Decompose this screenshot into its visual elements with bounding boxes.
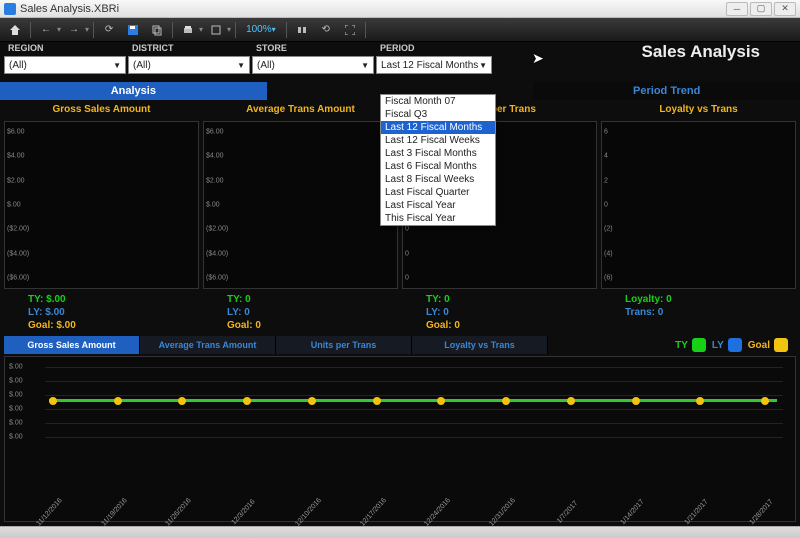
copy-icon[interactable] [146, 20, 168, 40]
timeline-x-label: 12/17/2016 [359, 497, 388, 528]
timeline-point [243, 397, 251, 405]
legend-ly: LY [712, 338, 742, 352]
timeline-point [761, 397, 769, 405]
legend: TY LY Goal [675, 338, 796, 352]
back-icon[interactable]: ← [35, 20, 57, 40]
period-label: PERIOD [376, 42, 494, 56]
period-option[interactable]: This Fiscal Year [381, 212, 495, 225]
tab-analysis[interactable]: Analysis [0, 82, 267, 100]
window-title: Sales Analysis.XBRi [20, 3, 726, 15]
card-avg-trans: Average Trans Amount $6.00$4.00$2.00$.00… [203, 102, 398, 334]
legend-goal: Goal [748, 338, 788, 352]
period-dropdown-menu[interactable]: Fiscal Month 07Fiscal Q3Last 12 Fiscal M… [380, 94, 496, 226]
card-loyalty-trans: Loyalty vs Trans 6420(2)(4)(6) Loyalty: … [601, 102, 796, 334]
print-icon[interactable] [177, 20, 199, 40]
card-title: Average Trans Amount [203, 102, 398, 121]
region-dropdown[interactable]: (All)▼ [4, 56, 126, 74]
timeline-x-label: 11/19/2016 [100, 497, 128, 527]
btab-gross-sales[interactable]: Gross Sales Amount [4, 336, 140, 354]
timeline-x-label: 12/31/2016 [488, 497, 517, 528]
card-title: Gross Sales Amount [4, 102, 199, 121]
store-label: STORE [252, 42, 376, 56]
timeline-point [437, 397, 445, 405]
timeline-x-label: 11/12/2016 [35, 497, 63, 527]
legend-ty: TY [675, 338, 706, 352]
timeline-point [178, 397, 186, 405]
page-setup-icon[interactable] [205, 20, 227, 40]
params-icon[interactable] [291, 20, 313, 40]
period-option[interactable]: Last 6 Fiscal Months [381, 160, 495, 173]
period-option[interactable]: Last 3 Fiscal Months [381, 147, 495, 160]
timeline-point [502, 397, 510, 405]
timeline-x-label: 1/14/2017 [619, 498, 645, 526]
region-label: REGION [4, 42, 128, 56]
tab-period-trend[interactable]: Period Trend [533, 82, 800, 100]
home-icon[interactable] [4, 20, 26, 40]
district-label: DISTRICT [128, 42, 252, 56]
timeline-x-label: 1/28/2017 [749, 498, 775, 526]
timeline-point [373, 397, 381, 405]
period-dropdown[interactable]: Last 12 Fiscal Months▼ [376, 56, 492, 74]
period-option[interactable]: Last 12 Fiscal Weeks [381, 134, 495, 147]
minimize-button[interactable]: ─ [726, 2, 748, 16]
period-option[interactable]: Last 12 Fiscal Months [381, 121, 495, 134]
horizontal-scrollbar[interactable] [0, 526, 800, 538]
store-dropdown[interactable]: (All)▼ [252, 56, 374, 74]
timeline-chart: $.00$.00$.00$.00$.00$.0011/12/201611/19/… [4, 356, 796, 522]
card-title: Loyalty vs Trans [601, 102, 796, 121]
btab-units[interactable]: Units per Trans [276, 336, 412, 354]
page-title: Sales Analysis [642, 42, 760, 62]
period-option[interactable]: Last Fiscal Quarter [381, 186, 495, 199]
toolbar: ←▾ →▾ ⟳ ▾ ▾ 100%▾ ⟲ [0, 18, 800, 42]
period-option[interactable]: Last Fiscal Year [381, 199, 495, 212]
save-blue-icon[interactable] [122, 20, 144, 40]
chart-area: 6420(2)(4)(6) [601, 121, 796, 289]
timeline-point [632, 397, 640, 405]
chart-area: $6.00$4.00$2.00$.00($2.00)($4.00)($6.00) [4, 121, 199, 289]
timeline-point [49, 397, 57, 405]
period-option[interactable]: Fiscal Month 07 [381, 95, 495, 108]
timeline-x-label: 11/26/2016 [165, 497, 193, 527]
period-option[interactable]: Last 8 Fiscal Weeks [381, 173, 495, 186]
timeline-x-label: 1/21/2017 [684, 498, 710, 526]
forward-icon[interactable]: → [63, 20, 85, 40]
timeline-x-label: 1/7/2017 [556, 500, 579, 525]
card-gross-sales: Gross Sales Amount $6.00$4.00$2.00$.00($… [4, 102, 199, 334]
parameters-reset-icon[interactable]: ⟲ [315, 20, 337, 40]
refresh-icon[interactable]: ⟳ [98, 20, 120, 40]
close-button[interactable]: ✕ [774, 2, 796, 16]
zoom-dropdown[interactable]: 100%▾ [240, 24, 282, 35]
timeline-x-label: 12/10/2016 [294, 497, 323, 528]
maximize-button[interactable]: ▢ [750, 2, 772, 16]
app-icon [4, 3, 16, 15]
fullscreen-icon[interactable] [339, 20, 361, 40]
titlebar: Sales Analysis.XBRi ─ ▢ ✕ [0, 0, 800, 18]
timeline-x-label: 12/3/2016 [231, 498, 257, 526]
timeline-point [114, 397, 122, 405]
period-option[interactable]: Fiscal Q3 [381, 108, 495, 121]
bottom-tab-row: Gross Sales Amount Average Trans Amount … [0, 336, 800, 354]
timeline-point [696, 397, 704, 405]
btab-avg-trans[interactable]: Average Trans Amount [140, 336, 276, 354]
timeline-point [567, 397, 575, 405]
btab-loyalty[interactable]: Loyalty vs Trans [412, 336, 548, 354]
district-dropdown[interactable]: (All)▼ [128, 56, 250, 74]
timeline-point [308, 397, 316, 405]
chart-area: $6.00$4.00$2.00$.00($2.00)($4.00)($6.00) [203, 121, 398, 289]
timeline-x-label: 12/24/2016 [424, 497, 453, 528]
